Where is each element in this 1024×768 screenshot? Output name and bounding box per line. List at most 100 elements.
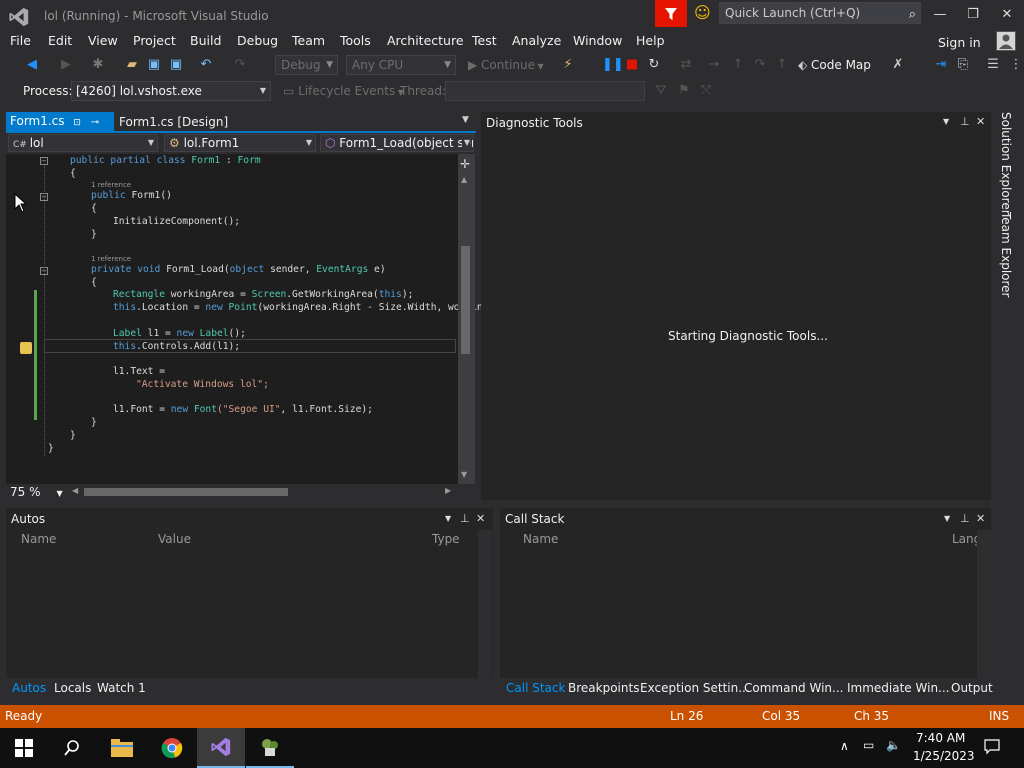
flag-filter-icon[interactable]: ⛛ [653,83,669,99]
redo-icon[interactable]: ↷ [232,57,248,73]
tab-form1-design[interactable]: Form1.cs [Design] [119,115,228,129]
column-header-name[interactable]: Name [21,532,56,546]
menu-edit[interactable]: Edit [48,33,72,48]
process-select[interactable]: [4260] lol.vshost.exe ▼ [71,81,271,101]
open-file-icon[interactable]: ▰ [124,57,140,73]
thread-icon[interactable]: ⤲ [698,83,714,99]
quick-launch-input[interactable]: Quick Launch (Ctrl+Q) ⌕ [719,2,921,24]
column-header-value[interactable]: Value [158,532,191,546]
panel-options-icon[interactable]: ▼ [445,514,451,523]
horizontal-scrollbar-thumb[interactable] [84,488,288,496]
toolbar-options-icon[interactable]: ⋮ [1008,57,1024,73]
show-hidden-icons-icon[interactable]: ∧ [840,739,849,753]
solution-platform-select[interactable]: Any CPU ▼ [346,55,456,75]
menu-help[interactable]: Help [636,33,665,48]
flag-icon[interactable]: ⚑ [676,83,692,99]
pin-icon[interactable]: ⊸ [91,117,99,128]
close-button[interactable]: ✕ [992,4,1022,26]
undo-icon[interactable]: ↶ [198,57,214,73]
tab-breakpoints[interactable]: Breakpoints [568,681,639,695]
menu-view[interactable]: View [88,33,118,48]
class-nav-select[interactable]: ⚙ lol.Form1 ▼ [164,134,316,152]
save-icon[interactable]: ▣ [146,57,162,73]
thread-select[interactable] [445,81,645,101]
tab-exception-settings[interactable]: Exception Settin... [640,681,750,695]
continue-button[interactable]: ▶ Continue ▼ [468,58,544,72]
autos-scrollbar[interactable] [478,530,492,678]
clock-date[interactable]: 1/25/2023 [913,749,975,763]
visual-studio-taskbar-icon[interactable] [197,728,245,768]
scroll-right-icon[interactable]: ▶ [445,486,451,495]
menu-file[interactable]: File [10,33,31,48]
collapse-icon[interactable]: − [40,157,48,165]
save-all-icon[interactable]: ▣ [168,57,184,73]
menu-build[interactable]: Build [190,33,221,48]
navigate-back-icon[interactable]: ◀ [24,57,40,73]
column-header-type[interactable]: Type [432,532,460,546]
close-icon[interactable]: ✕ [976,512,985,525]
tab-overflow-dropdown-icon[interactable]: ▼ [462,115,469,125]
pin-icon[interactable]: ⊥ [960,115,970,128]
break-all-icon[interactable]: ❚❚ [602,57,624,73]
zoom-level-select[interactable]: 75 % ▼ [10,485,63,499]
tab-output[interactable]: Output [951,681,993,695]
stop-debugging-icon[interactable]: ■ [624,57,640,73]
sign-in-link[interactable]: Sign in [938,35,981,50]
tab-watch-1[interactable]: Watch 1 [97,681,146,695]
tab-team-explorer[interactable]: Team Explorer [999,212,1013,298]
scrollbar-thumb[interactable] [461,246,470,354]
send-feedback-smiley-icon[interactable]: ☺ [694,4,712,22]
lightning-icon[interactable]: ⚡ [560,57,576,73]
breakpoints-icon[interactable]: ✗ [890,57,906,73]
pin-icon[interactable]: ⊥ [460,512,470,525]
notifications-icon[interactable] [984,739,1000,758]
visual-studio-logo-icon[interactable] [8,6,30,28]
network-icon[interactable]: ▭ [863,738,874,752]
step-out-icon[interactable]: ↷ [752,57,768,73]
scroll-left-icon[interactable]: ◀ [72,486,78,495]
scroll-down-icon[interactable]: ▼ [461,470,467,479]
step-back-icon[interactable]: ↑ [774,57,790,73]
windows-start-icon[interactable] [0,728,48,768]
tab-autos[interactable]: Autos [12,681,46,695]
panel-options-icon[interactable]: ▼ [943,117,949,126]
minimize-button[interactable]: — [925,4,955,26]
chrome-icon[interactable] [148,728,196,768]
file-explorer-icon[interactable] [98,728,146,768]
split-window-icon[interactable]: ✛ [460,157,470,171]
code-map-button[interactable]: ⬖ Code Map [798,58,871,72]
panel-options-icon[interactable]: ▼ [944,514,950,523]
code-lens-reference[interactable]: 1 reference [91,255,131,263]
account-avatar-icon[interactable] [996,31,1016,51]
lightbulb-icon[interactable] [20,342,32,354]
new-project-icon[interactable]: ✱ [90,57,106,73]
tab-form1-cs[interactable]: Form1.cs ⊡ ⊸ ✕ [6,112,114,149]
show-next-statement-icon[interactable]: ⇄ [678,57,694,73]
step-into-icon[interactable]: → [706,57,722,73]
tab-immediate-window[interactable]: Immediate Win... [847,681,950,695]
step-over-icon[interactable]: ↑ [730,57,746,73]
menu-architecture[interactable]: Architecture [387,33,464,48]
restart-icon[interactable]: ↻ [646,57,662,73]
menu-debug[interactable]: Debug [237,33,278,48]
hex-display-icon[interactable]: ⎘ [955,57,971,73]
restore-button[interactable]: ❐ [958,4,988,26]
close-icon[interactable]: ✕ [476,512,485,525]
column-header-name[interactable]: Name [523,532,558,546]
lifecycle-events-button[interactable]: ▭ Lifecycle Events ▼ [283,84,404,98]
align-icon[interactable]: ☰ [985,57,1001,73]
menu-team[interactable]: Team [292,33,325,48]
feedback-filter-icon[interactable] [655,0,687,27]
menu-window[interactable]: Window [573,33,622,48]
menu-project[interactable]: Project [133,33,176,48]
debug-app-taskbar-icon[interactable] [246,728,294,768]
step-into-specific-icon[interactable]: ⇥ [933,57,949,73]
menu-tools[interactable]: Tools [340,33,371,48]
tab-command-window[interactable]: Command Win... [744,681,843,695]
clock-time[interactable]: 7:40 AM [916,731,965,745]
menu-test[interactable]: Test [472,33,497,48]
tab-call-stack[interactable]: Call Stack [506,681,565,695]
tab-solution-explorer[interactable]: Solution Explorer [999,112,1013,215]
tab-locals[interactable]: Locals [54,681,91,695]
scroll-up-icon[interactable]: ▲ [461,175,467,184]
